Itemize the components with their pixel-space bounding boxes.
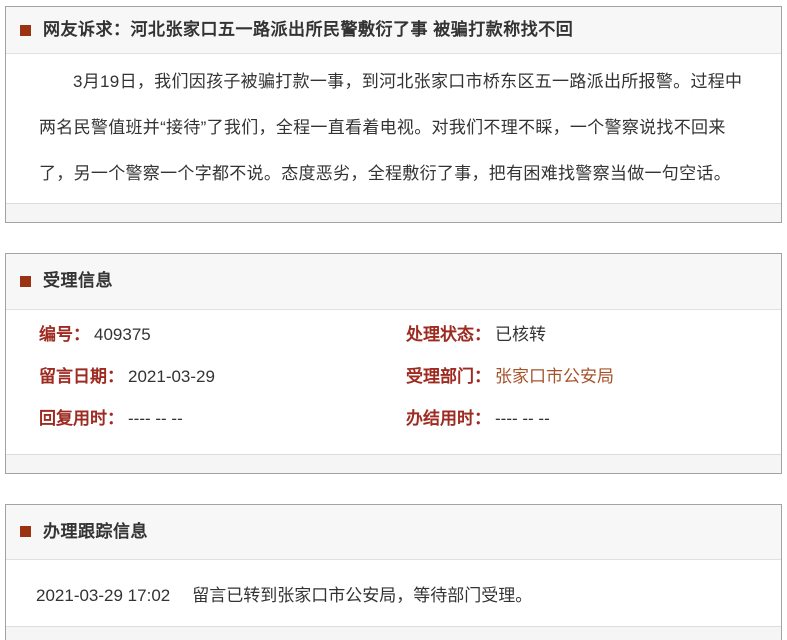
page: 网友诉求：河北张家口五一路派出所民警敷衍了事 被骗打款称找不回 3月19日，我们… — [0, 0, 787, 640]
acceptance-card: 受理信息 编号：409375 处理状态：已核转 留言日期：2021-03-29 … — [5, 253, 782, 473]
field-status-value: 已核转 — [495, 325, 546, 344]
field-status-label: 处理状态： — [406, 325, 491, 344]
section-bullet-icon — [20, 25, 31, 36]
tracking-body: 2021-03-29 17:02 留言已转到张家口市公安局，等待部门受理。 — [6, 560, 781, 626]
tracking-card-header: 办理跟踪信息 — [6, 505, 781, 560]
field-message-date-label: 留言日期： — [39, 367, 124, 386]
complaint-title: 网友诉求：河北张家口五一路派出所民警敷衍了事 被骗打款称找不回 — [43, 20, 573, 40]
section-bullet-icon — [20, 526, 31, 537]
complaint-card-footer — [6, 203, 781, 222]
field-number-label: 编号： — [39, 325, 90, 344]
tracking-card-footer — [6, 626, 781, 640]
acceptance-card-header: 受理信息 — [6, 254, 781, 309]
field-completion-time-value: ---- -- -- — [495, 409, 550, 428]
complaint-card-header: 网友诉求：河北张家口五一路派出所民警敷衍了事 被骗打款称找不回 — [6, 7, 781, 54]
field-completion-time-label: 办结用时： — [406, 409, 491, 428]
field-department-link[interactable]: 张家口市公安局 — [495, 367, 614, 386]
field-reply-time: 回复用时：---- -- -- — [39, 404, 406, 429]
acceptance-title: 受理信息 — [43, 271, 113, 291]
field-reply-time-label: 回复用时： — [39, 409, 124, 428]
field-number-value: 409375 — [94, 325, 151, 344]
field-completion-time: 办结用时：---- -- -- — [406, 404, 761, 429]
acceptance-fields: 编号：409375 处理状态：已核转 留言日期：2021-03-29 受理部门：… — [6, 310, 781, 454]
section-bullet-icon — [20, 276, 31, 287]
tracking-entry-time: 2021-03-29 17:02 — [36, 586, 170, 605]
field-number: 编号：409375 — [39, 320, 406, 345]
acceptance-field-row: 编号：409375 处理状态：已核转 — [39, 320, 761, 362]
complaint-card: 网友诉求：河北张家口五一路派出所民警敷衍了事 被骗打款称找不回 3月19日，我们… — [5, 6, 782, 223]
tracking-card: 办理跟踪信息 2021-03-29 17:02 留言已转到张家口市公安局，等待部门… — [5, 504, 782, 640]
acceptance-field-row: 留言日期：2021-03-29 受理部门：张家口市公安局 — [39, 362, 761, 404]
field-department-label: 受理部门： — [406, 367, 491, 386]
field-message-date-value: 2021-03-29 — [128, 367, 215, 386]
field-status: 处理状态：已核转 — [406, 320, 761, 345]
complaint-body: 3月19日，我们因孩子被骗打款一事，到河北张家口市桥东区五一路派出所报警。过程中… — [6, 54, 781, 203]
complaint-text: 3月19日，我们因孩子被骗打款一事，到河北张家口市桥东区五一路派出所报警。过程中… — [39, 59, 747, 197]
field-department: 受理部门：张家口市公安局 — [406, 362, 761, 387]
field-reply-time-value: ---- -- -- — [128, 409, 183, 428]
tracking-entry-text: 留言已转到张家口市公安局，等待部门受理。 — [192, 586, 532, 605]
acceptance-card-footer — [6, 454, 781, 473]
tracking-title: 办理跟踪信息 — [43, 522, 148, 542]
acceptance-field-row: 回复用时：---- -- -- 办结用时：---- -- -- — [39, 404, 761, 446]
field-message-date: 留言日期：2021-03-29 — [39, 362, 406, 387]
